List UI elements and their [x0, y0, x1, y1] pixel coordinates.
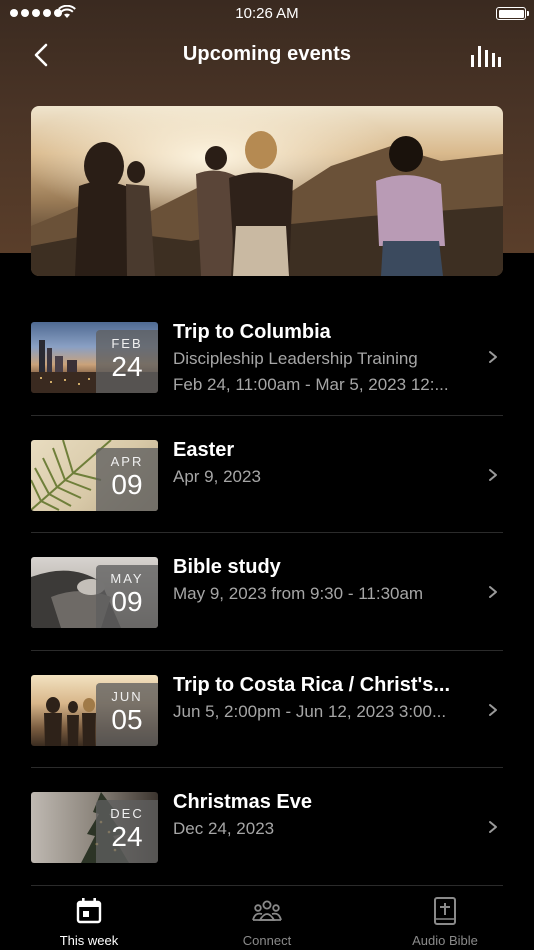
bible-icon: [434, 897, 456, 925]
chevron-right-icon: [489, 351, 497, 363]
event-title: Trip to Costa Rica / Christ's...: [173, 673, 451, 696]
date-badge: MAY 09: [96, 565, 158, 628]
date-month: JUN: [111, 688, 143, 704]
event-thumbnail: DEC 24: [31, 792, 158, 863]
event-row[interactable]: DEC 24 Christmas Eve Dec 24, 2023: [31, 768, 503, 886]
tab-label: Audio Bible: [412, 933, 478, 948]
event-thumbnail: FEB 24: [31, 322, 158, 393]
event-title: Christmas Eve: [173, 791, 312, 813]
event-thumbnail: MAY 09: [31, 557, 158, 628]
event-row[interactable]: APR 09 Easter Apr 9, 2023: [31, 416, 503, 533]
event-row[interactable]: JUN 05 Trip to Costa Rica / Christ's... …: [31, 651, 503, 768]
chevron-right-icon: [489, 703, 497, 716]
date-day: 09: [111, 586, 143, 617]
tab-connect[interactable]: Connect: [202, 896, 332, 948]
event-subtitle: Jun 5, 2:00pm - Jun 12, 2023 3:00...: [173, 701, 447, 721]
event-title: Trip to Columbia: [173, 321, 331, 343]
date-badge: DEC 24: [96, 800, 158, 863]
tab-audio-bible[interactable]: Audio Bible: [380, 896, 510, 948]
chevron-right-icon: [489, 468, 497, 481]
date-day: 09: [111, 468, 143, 500]
event-row[interactable]: FEB 24 Trip to Columbia Discipleship Lea…: [31, 298, 503, 416]
event-title: Easter: [173, 438, 235, 461]
date-day: 24: [111, 821, 143, 852]
event-thumbnail: APR 09: [31, 439, 158, 511]
tab-bar: This week Connect Audio Bible: [0, 886, 534, 950]
date-badge: JUN 05: [96, 682, 158, 746]
people-icon: [252, 900, 282, 921]
page-title: Upcoming events: [182, 43, 352, 65]
event-subtitle: Discipleship Leadership Training: [173, 349, 418, 368]
event-thumbnail: JUN 05: [31, 674, 158, 746]
tab-this-week[interactable]: This week: [24, 896, 154, 948]
event-row[interactable]: MAY 09 Bible study May 9, 2023 from 9:30…: [31, 533, 503, 651]
tab-label: This week: [59, 933, 119, 948]
date-day: 05: [111, 703, 143, 735]
event-list: FEB 24 Trip to Columbia Discipleship Lea…: [31, 298, 503, 886]
event-subtitle: Apr 9, 2023: [173, 466, 261, 486]
status-time: 10:26 AM: [235, 5, 299, 22]
date-badge: APR 09: [96, 447, 158, 511]
bar-chart-icon[interactable]: [469, 43, 501, 69]
navigation-bar: Upcoming events: [0, 34, 534, 76]
event-subtitle: May 9, 2023 from 9:30 - 11:30am: [173, 584, 424, 603]
chevron-right-icon: [489, 586, 497, 598]
chevron-right-icon: [489, 821, 497, 833]
date-month: MAY: [110, 571, 144, 586]
event-detail: Feb 24, 11:00am - Mar 5, 2023 12:...: [173, 375, 449, 394]
date-month: APR: [110, 453, 144, 469]
tab-label: Connect: [242, 933, 292, 948]
event-subtitle: Dec 24, 2023: [173, 819, 275, 838]
event-title: Bible study: [173, 556, 281, 578]
calendar-icon: [76, 898, 102, 924]
date-day: 24: [111, 351, 143, 382]
date-month: DEC: [110, 806, 144, 821]
date-month: FEB: [111, 336, 143, 351]
date-badge: FEB 24: [96, 330, 158, 393]
hero-image: [31, 106, 503, 276]
status-bar: 10:26 AM: [0, 0, 534, 28]
battery-icon: [496, 7, 529, 20]
